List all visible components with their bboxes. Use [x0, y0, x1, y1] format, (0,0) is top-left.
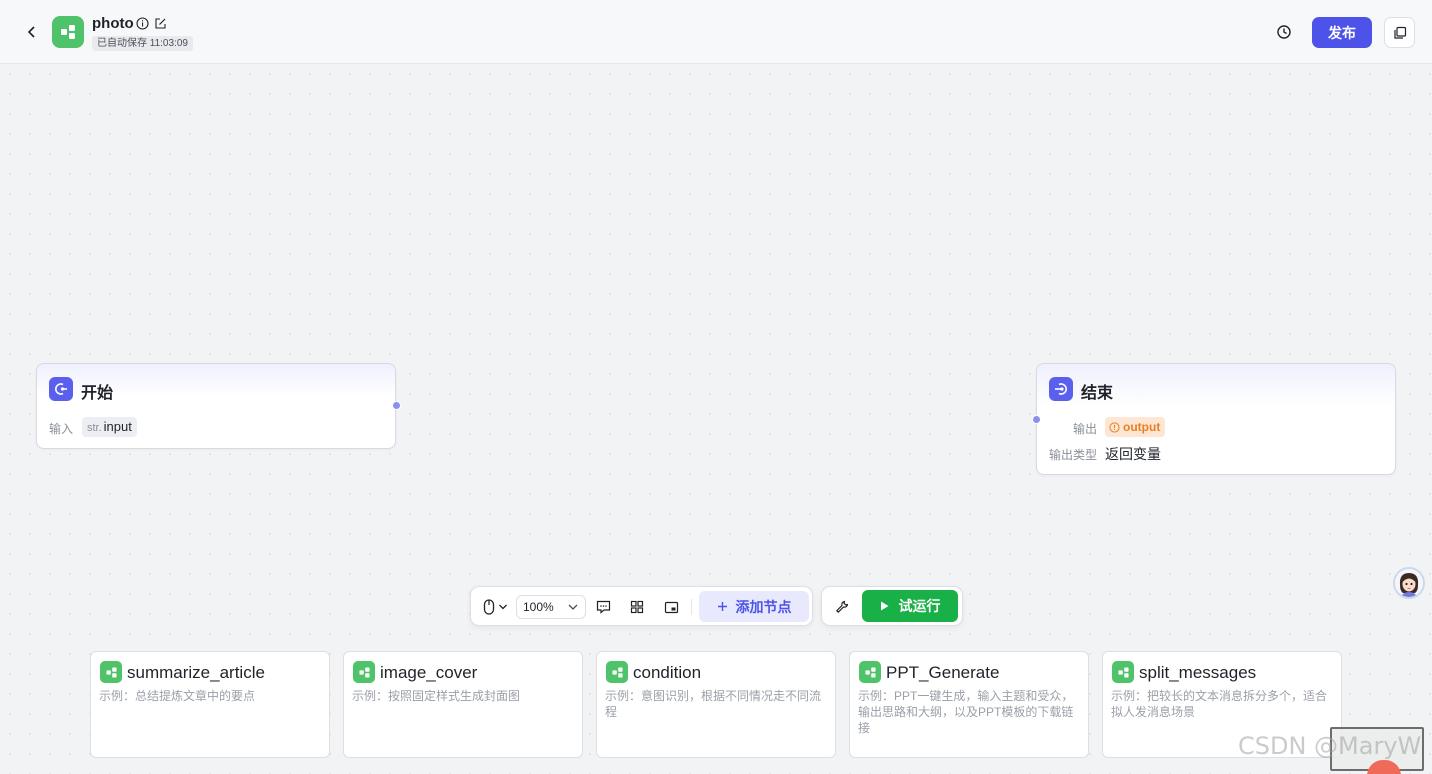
comment-button[interactable]	[593, 597, 613, 617]
template-title: summarize_article	[127, 663, 265, 682]
workflow-icon	[606, 661, 628, 683]
template-title: condition	[633, 663, 702, 682]
template-card-ppt-generate[interactable]: PPT_Generate 示例：PPT一键生成，输入主题和受众，输出思路和大纲，…	[849, 651, 1089, 758]
workflow-icon	[859, 661, 881, 683]
output-variable-name: output	[1123, 420, 1161, 434]
copy-button[interactable]	[1384, 17, 1415, 48]
add-node-button[interactable]: 添加节点	[699, 591, 809, 622]
start-node-title: 开始	[81, 385, 114, 402]
chevron-left-icon	[27, 26, 35, 38]
copy-icon	[1393, 26, 1406, 39]
workflow-icon	[61, 25, 75, 39]
template-description: 示例：把较长的文本消息拆分多个，适合拟人发消息场景	[1111, 689, 1328, 719]
end-node-title: 结束	[1081, 385, 1114, 402]
start-output-port[interactable]	[392, 401, 401, 410]
plus-icon	[717, 602, 727, 611]
start-input-label: 输入	[49, 422, 74, 436]
end-output-variable-tag: output	[1105, 417, 1166, 437]
history-icon	[1277, 25, 1291, 39]
variable-name: input	[103, 419, 132, 434]
assistant-avatar[interactable]	[1393, 567, 1425, 599]
workflow-icon	[1112, 661, 1134, 683]
template-card-summarize-article[interactable]: summarize_article 示例：总结提炼文章中的要点	[90, 651, 330, 758]
template-description: 示例：PPT一键生成，输入主题和受众，输出思路和大纲，以及PPT模板的下载链接	[858, 689, 1074, 735]
end-output-type-value[interactable]: 返回变量	[1105, 444, 1161, 464]
top-bar: photo 已自动保存 11:03:09 发布	[0, 0, 1432, 64]
workflow-canvas[interactable]: 开始 输入 str. input 结束 输出 output 输出类型 返回变量 …	[0, 64, 1432, 774]
wrench-icon	[836, 600, 849, 613]
workflow-icon	[100, 661, 122, 683]
workflow-editor: photo 已自动保存 11:03:09 发布 开始 输入 str. input…	[0, 0, 1432, 774]
autosave-status-badge: 已自动保存 11:03:09	[92, 36, 193, 51]
comment-icon	[596, 600, 610, 614]
end-node[interactable]: 结束 输出 output 输出类型 返回变量	[1032, 363, 1396, 475]
play-icon	[880, 601, 888, 611]
start-node-icon	[49, 377, 73, 401]
avatar-icon	[1395, 569, 1423, 597]
template-title: PPT_Generate	[886, 663, 1000, 682]
workflow-icon	[353, 661, 375, 683]
variable-type: str.	[87, 422, 102, 434]
template-card-image-cover[interactable]: image_cover 示例：按照固定样式生成封面图	[343, 651, 583, 758]
back-button[interactable]	[20, 20, 44, 44]
logout-icon	[1055, 383, 1067, 395]
warning-icon	[1109, 421, 1120, 433]
template-title: split_messages	[1139, 663, 1257, 682]
workflow-glyph	[864, 666, 876, 678]
grid-layout-icon	[630, 600, 644, 614]
test-run-button[interactable]: 试运行	[862, 590, 958, 622]
zoom-value: 100%	[523, 600, 554, 614]
debug-settings-button[interactable]	[832, 597, 852, 617]
template-card-condition[interactable]: condition 示例：意图识别，根据不同情况走不同流程	[596, 651, 836, 758]
minimap-button[interactable]	[661, 597, 681, 617]
run-toolbar: 试运行	[821, 586, 963, 626]
mouse-icon	[483, 599, 494, 615]
end-output-type-label: 输出类型	[1049, 448, 1098, 462]
end-input-port[interactable]	[1032, 415, 1041, 424]
start-node[interactable]: 开始 输入 str. input	[36, 363, 401, 449]
auto-layout-button[interactable]	[627, 597, 647, 617]
info-icon[interactable]	[136, 17, 149, 30]
minimap-icon	[664, 601, 678, 613]
start-input-variable-tag: str. input	[82, 417, 137, 437]
chevron-down-icon	[568, 604, 578, 610]
test-run-label: 试运行	[898, 598, 941, 614]
workflow-glyph	[105, 666, 117, 678]
workflow-glyph	[611, 666, 623, 678]
publish-button[interactable]: 发布	[1312, 17, 1372, 48]
chevron-down-icon	[498, 604, 507, 610]
history-button[interactable]	[1272, 20, 1296, 44]
template-description: 示例：总结提炼文章中的要点	[99, 689, 256, 703]
template-description: 示例：意图识别，根据不同情况走不同流程	[605, 689, 822, 719]
toolbar-divider	[691, 599, 692, 615]
login-icon	[55, 383, 67, 395]
end-output-label: 输出	[1073, 422, 1098, 436]
template-title: image_cover	[380, 663, 478, 682]
add-node-label: 添加节点	[735, 598, 792, 615]
watermark: CSDN @MaryW	[1238, 732, 1422, 760]
template-description: 示例：按照固定样式生成封面图	[352, 689, 521, 703]
app-logo	[52, 16, 84, 48]
app-title: photo	[92, 15, 134, 32]
workflow-glyph	[358, 666, 370, 678]
end-node-icon	[1049, 377, 1073, 401]
edit-icon[interactable]	[154, 17, 167, 30]
canvas-toolbar: 100% 添加节点	[470, 586, 813, 626]
zoom-select[interactable]: 100%	[516, 595, 586, 619]
workflow-glyph	[1117, 666, 1129, 678]
interaction-mode-button[interactable]	[479, 597, 511, 617]
